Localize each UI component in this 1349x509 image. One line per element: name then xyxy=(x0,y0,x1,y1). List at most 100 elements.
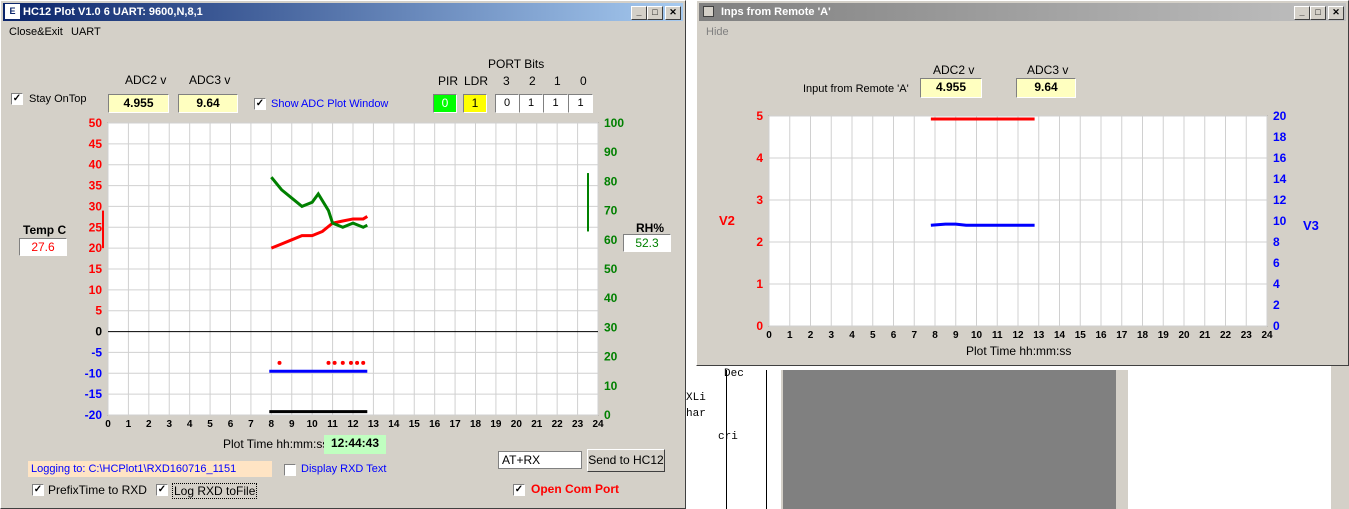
x-tick-label: 3 xyxy=(166,419,172,430)
adc2-value: 4.955 xyxy=(108,94,169,113)
y-right-tick-label: 10 xyxy=(1273,214,1287,228)
remote-minimize-button[interactable]: _ xyxy=(1294,6,1310,20)
data-point xyxy=(355,360,360,365)
adc3-label: ADC3 v xyxy=(189,73,231,87)
remote-adc2-value: 4.955 xyxy=(920,78,982,98)
y-right-tick-label: 18 xyxy=(1273,130,1287,144)
maximize-button[interactable]: □ xyxy=(647,6,663,20)
y-left-tick-label: -5 xyxy=(91,345,102,359)
y-left-tick-label: 10 xyxy=(89,283,103,297)
x-tick-label: 9 xyxy=(953,330,959,339)
main-chart: 0 1 2 3 4 5 6 7 8 9 10 11 12 13 14 15 16 17 18 19 20 21 22 23 24… xyxy=(85,116,625,430)
x-tick-label: 7 xyxy=(911,330,917,339)
prefix-time-label: PrefixTime to RXD xyxy=(48,483,147,497)
y-right-tick-label: 2 xyxy=(1273,298,1280,312)
y-right-tick-label: 40 xyxy=(604,291,618,305)
display-rxd-checkbox[interactable] xyxy=(284,464,296,476)
y-left-tick-label: -10 xyxy=(85,366,103,380)
port-bits-title: PORT Bits xyxy=(488,57,545,71)
prefix-time-checkbox[interactable]: ✓ xyxy=(32,484,44,496)
adc3-value: 9.64 xyxy=(178,94,238,113)
y-right-tick-label: 90 xyxy=(604,145,618,159)
minimize-button[interactable]: _ xyxy=(631,6,647,20)
main-title-bar[interactable]: E HC12 Plot V1.0 6 UART: 9600,N,8,1 _ □ … xyxy=(3,3,683,21)
x-tick-label: 8 xyxy=(269,419,275,430)
menu-close-exit[interactable]: Close&Exit xyxy=(9,26,63,38)
x-tick-label: 11 xyxy=(992,330,1003,339)
y-right-tick-label: 16 xyxy=(1273,151,1287,165)
v2-axis-label: V2 xyxy=(719,213,735,228)
y-left-tick-label: 45 xyxy=(89,137,103,151)
x-tick-label: 17 xyxy=(450,419,462,430)
open-com-checkbox[interactable]: ✓ xyxy=(513,484,525,496)
x-tick-label: 21 xyxy=(531,419,543,430)
open-com-label: Open Com Port xyxy=(531,482,620,496)
x-tick-label: 9 xyxy=(289,419,295,430)
y-left-tick-label: 0 xyxy=(95,325,102,339)
y-left-tick-label: 25 xyxy=(89,220,103,234)
y-left-tick-label: 40 xyxy=(89,158,103,172)
show-adc-plot-label: Show ADC Plot Window xyxy=(271,98,389,110)
y-right-tick-label: 70 xyxy=(604,204,618,218)
menu-hide[interactable]: Hide xyxy=(706,26,729,38)
port-label-pir: PIR xyxy=(438,74,459,88)
port-value-ldr: 1 xyxy=(463,94,487,113)
show-adc-plot-checkbox[interactable]: ✓ xyxy=(254,98,266,110)
y-left-tick-label: 50 xyxy=(89,116,103,130)
display-rxd-label: Display RXD Text xyxy=(301,463,387,475)
y-right-tick-label: 50 xyxy=(604,262,618,276)
background-text-2: XLi xyxy=(686,392,706,404)
x-tick-label: 6 xyxy=(228,419,234,430)
x-tick-label: 4 xyxy=(849,330,855,339)
x-tick-label: 2 xyxy=(808,330,814,339)
main-window-title: HC12 Plot V1.0 6 UART: 9600,N,8,1 xyxy=(23,6,203,18)
x-tick-label: 20 xyxy=(1178,330,1190,339)
port-value-pir: 0 xyxy=(433,94,457,113)
x-tick-label: 18 xyxy=(470,419,482,430)
port-value-2: 1 xyxy=(519,94,543,113)
y-right-tick-label: 80 xyxy=(604,174,618,188)
adc2-label: ADC2 v xyxy=(125,73,167,87)
close-button[interactable]: ✕ xyxy=(665,6,681,20)
x-tick-label: 22 xyxy=(552,419,564,430)
y-left-tick-label: 0 xyxy=(756,319,763,333)
log-rxd-checkbox[interactable]: ✓ xyxy=(156,484,168,496)
remote-close-button[interactable]: ✕ xyxy=(1328,6,1344,20)
time-value: 12:44:43 xyxy=(324,435,386,454)
y-right-tick-label: 12 xyxy=(1273,193,1287,207)
port-value-0: 1 xyxy=(568,94,593,113)
data-point xyxy=(348,360,353,365)
x-tick-label: 14 xyxy=(1054,330,1066,339)
x-tick-label: 15 xyxy=(1075,330,1087,339)
x-tick-label: 24 xyxy=(592,419,604,430)
y-left-tick-label: 1 xyxy=(756,277,763,291)
remote-maximize-button[interactable]: □ xyxy=(1310,6,1326,20)
menu-uart[interactable]: UART xyxy=(71,26,101,38)
x-tick-label: 16 xyxy=(1095,330,1107,339)
remote-title-bar[interactable]: Inps from Remote 'A' _ □ ✕ xyxy=(699,3,1346,21)
port-label-0: 0 xyxy=(580,74,587,88)
remote-adc2-label: ADC2 v xyxy=(933,63,975,77)
y-right-tick-label: 60 xyxy=(604,233,618,247)
background-text-4: cri xyxy=(718,431,738,443)
remote-window-title: Inps from Remote 'A' xyxy=(721,6,831,18)
y-left-tick-label: 35 xyxy=(89,179,103,193)
background-panel-edge xyxy=(1116,370,1128,509)
data-point xyxy=(340,360,345,365)
send-to-hc12-button[interactable]: Send to HC12 xyxy=(587,449,665,472)
x-tick-label: 3 xyxy=(828,330,834,339)
y-right-tick-label: 20 xyxy=(1273,109,1287,123)
y-right-tick-label: 10 xyxy=(604,379,618,393)
data-point xyxy=(326,360,331,365)
port-label-2: 2 xyxy=(529,74,536,88)
x-tick-label: 21 xyxy=(1199,330,1211,339)
x-tick-label: 14 xyxy=(388,419,400,430)
x-tick-label: 12 xyxy=(347,419,359,430)
command-input[interactable] xyxy=(498,451,582,469)
y-right-tick-label: 0 xyxy=(1273,319,1280,333)
stay-on-top-checkbox[interactable]: ✓ xyxy=(11,93,23,105)
main-window: E HC12 Plot V1.0 6 UART: 9600,N,8,1 _ □ … xyxy=(0,0,686,509)
y-right-tick-label: 8 xyxy=(1273,235,1280,249)
remote-app-icon xyxy=(703,6,714,17)
y-right-tick-label: 6 xyxy=(1273,256,1280,270)
